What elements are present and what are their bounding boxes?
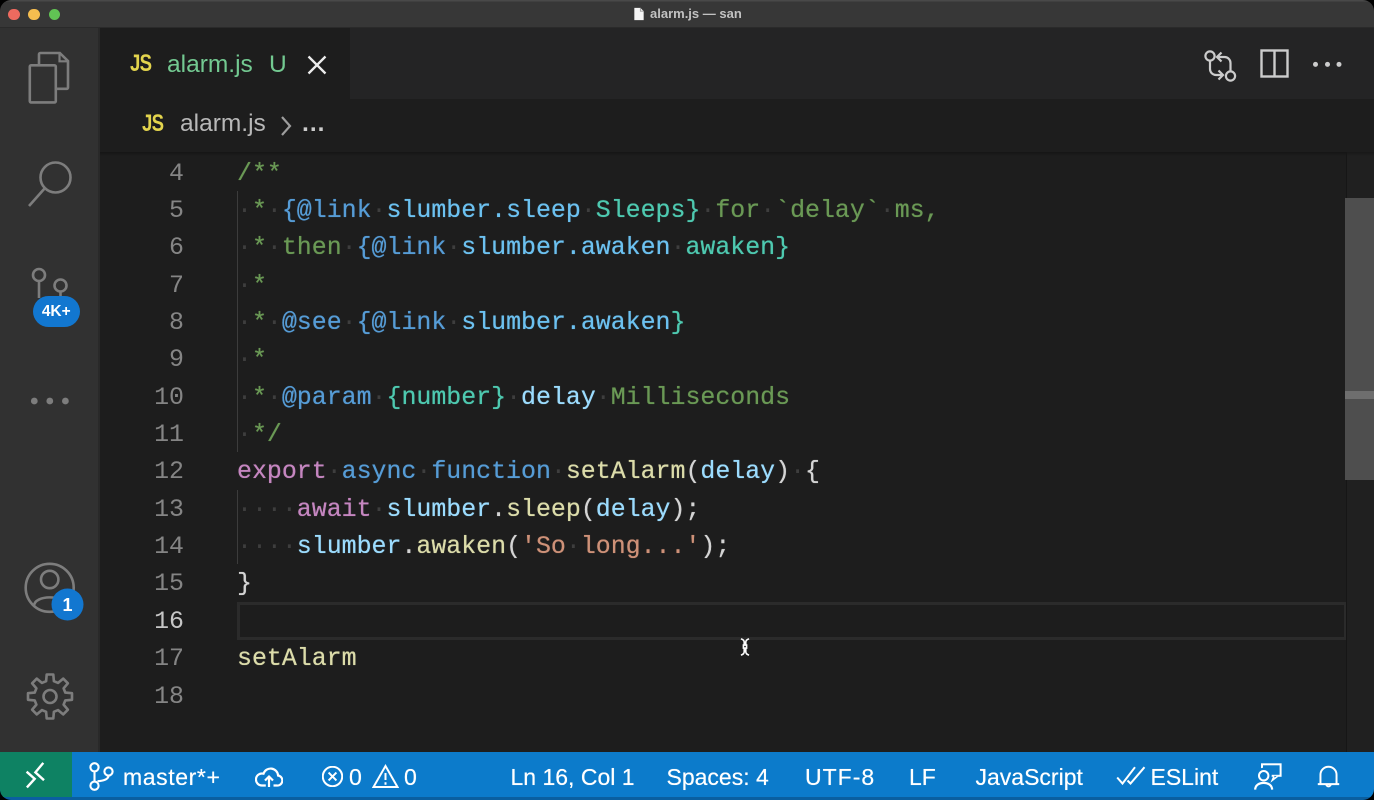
svg-text:1: 1 <box>62 595 72 615</box>
